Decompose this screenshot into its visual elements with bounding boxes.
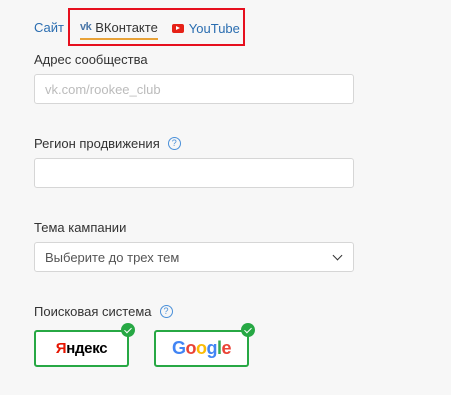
- community-address-input[interactable]: [34, 74, 354, 104]
- theme-select[interactable]: Выберите до трех тем: [34, 242, 354, 272]
- google-letter: G: [171, 338, 186, 358]
- google-letter: o: [195, 338, 207, 358]
- google-letter: o: [185, 338, 196, 358]
- region-label-text: Регион продвижения: [34, 136, 160, 151]
- yandex-option[interactable]: Яндекс: [34, 323, 135, 367]
- help-icon[interactable]: ?: [159, 305, 173, 318]
- help-icon[interactable]: ?: [167, 137, 181, 150]
- youtube-icon: [171, 23, 184, 33]
- tab-vkontakte-label: ВКонтакте: [95, 19, 158, 35]
- region-input[interactable]: [34, 158, 354, 188]
- yandex-logo-first: Я: [55, 340, 67, 357]
- checkmark-icon: [121, 323, 135, 337]
- theme-label-text: Тема кампании: [34, 220, 127, 235]
- community-address-label: Адрес сообщества: [34, 52, 148, 67]
- tab-youtube-label: YouTube: [188, 20, 240, 36]
- theme-label: Тема кампании: [34, 220, 126, 235]
- tab-site[interactable]: Сайт: [34, 16, 64, 40]
- search-engine-label-text: Поисковая система: [34, 304, 152, 319]
- region-label: Регион продвижения ?: [34, 136, 181, 151]
- google-logo: Google: [171, 338, 232, 359]
- google-letter: e: [221, 338, 232, 358]
- yandex-logo: Яндекс: [56, 340, 108, 357]
- google-letter: g: [206, 338, 217, 358]
- yandex-logo-rest: ндекс: [66, 340, 108, 357]
- tab-vkontakte[interactable]: vk ВКонтакте: [79, 16, 158, 40]
- google-option[interactable]: Google: [154, 323, 255, 367]
- checkmark-icon: [241, 323, 255, 337]
- community-address-label-text: Адрес сообщества: [34, 52, 148, 67]
- source-tabs: Сайт vk ВКонтакте YouTube: [34, 14, 240, 42]
- tab-youtube[interactable]: YouTube: [171, 16, 240, 40]
- vk-icon: vk: [79, 21, 92, 33]
- search-engine-label: Поисковая система ?: [34, 304, 173, 319]
- theme-select-placeholder: Выберите до трех тем: [45, 249, 180, 265]
- chevron-down-icon: [332, 250, 343, 260]
